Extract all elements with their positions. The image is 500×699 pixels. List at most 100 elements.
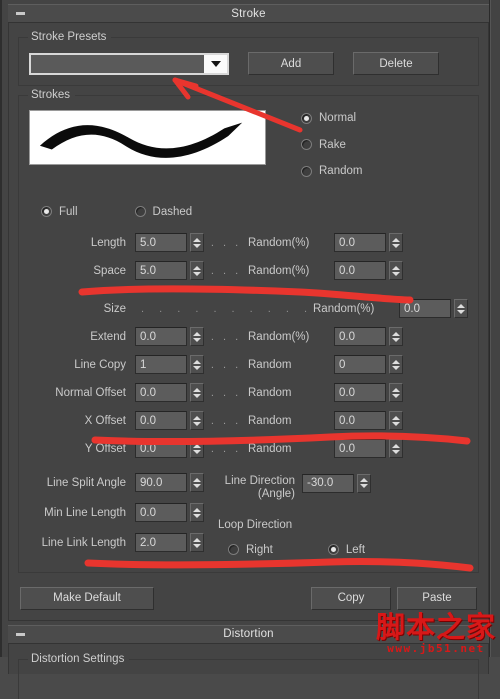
spinner-line-copy-random[interactable]: 0 <box>334 355 403 374</box>
spinner-line-direction-value[interactable]: -30.0 <box>302 473 354 493</box>
spinner-arrows-icon[interactable] <box>454 299 468 318</box>
spinner-normal-offset-random[interactable]: 0.0 <box>334 383 403 402</box>
spinner-line-link-length-value[interactable]: 2.0 <box>135 533 187 552</box>
spinner-arrows-icon[interactable] <box>190 261 204 280</box>
radio-loop-right[interactable]: Right <box>228 544 273 556</box>
spinner-arrows-icon[interactable] <box>190 411 204 430</box>
param-row-min-line-length: Min Line Length 0.0 <box>29 502 204 524</box>
spinner-extend-random-value[interactable]: 0.0 <box>334 327 386 346</box>
stroke-mode-row-0: Normal <box>301 112 362 127</box>
stroke-mode-row-1: Rake <box>301 139 362 154</box>
spinner-size-random[interactable]: 0.0 <box>399 299 468 318</box>
stroke-rollout-header[interactable]: Stroke <box>8 4 489 23</box>
distortion-rollout-title: Distortion <box>223 628 274 640</box>
radio-dot-icon <box>301 112 312 124</box>
stroke-mode-radio-group: Normal Rake Random <box>301 110 362 192</box>
spinner-line-copy-random-value[interactable]: 0 <box>334 355 386 374</box>
spinner-length-random[interactable]: 0.0 <box>334 233 403 252</box>
stroke-parameters-list: Length 5.0 . . . Random(%) 0.0 Space 5.0… <box>29 232 468 460</box>
spinner-arrows-icon[interactable] <box>190 233 204 252</box>
minus-icon[interactable] <box>16 632 25 636</box>
spinner-length[interactable]: 5.0 <box>135 233 204 252</box>
stroke-mode-row-2: Random <box>301 165 362 180</box>
radio-random[interactable]: Random <box>301 165 362 177</box>
spinner-length-random-value[interactable]: 0.0 <box>334 233 386 252</box>
radio-dashed[interactable]: Dashed <box>134 206 192 218</box>
spinner-arrows-icon[interactable] <box>190 439 204 458</box>
make-default-button[interactable]: Make Default <box>20 586 154 610</box>
param-label-length-random: Random(%) <box>248 236 310 249</box>
spinner-arrows-icon[interactable] <box>389 383 403 402</box>
spinner-arrows-icon[interactable] <box>389 261 403 280</box>
radio-rake[interactable]: Rake <box>301 139 346 151</box>
radio-normal[interactable]: Normal <box>301 112 356 124</box>
spinner-y-offset-random-value[interactable]: 0.0 <box>334 439 386 458</box>
spinner-arrows-icon[interactable] <box>190 327 204 346</box>
delete-preset-button[interactable]: Delete <box>353 52 439 75</box>
spinner-line-link-length[interactable]: 2.0 <box>135 533 204 552</box>
spinner-x-offset-random[interactable]: 0.0 <box>334 411 403 430</box>
spinner-arrows-icon[interactable] <box>389 439 403 458</box>
spinner-length-value[interactable]: 5.0 <box>135 233 187 252</box>
vertical-scrollbar[interactable] <box>490 0 500 657</box>
line-params-column: Line Split Angle 90.0 Min Line Length 0.… <box>29 472 204 562</box>
spinner-arrows-icon[interactable] <box>190 533 204 552</box>
copy-button[interactable]: Copy <box>311 586 391 610</box>
stroke-presets-group: Stroke Presets Add Delete <box>18 31 479 86</box>
leader-dots-x-offset: . . . <box>210 414 242 427</box>
spinner-arrows-icon[interactable] <box>190 383 204 402</box>
spinner-y-offset-random[interactable]: 0.0 <box>334 439 403 458</box>
param-row-normal-offset: Normal Offset 0.0 . . . Random 0.0 <box>29 382 468 404</box>
radio-full[interactable]: Full <box>41 206 78 218</box>
param-row-extend: Extend 0.0 . . . Random(%) 0.0 <box>29 326 468 348</box>
param-row-line-link-length: Line Link Length 2.0 <box>29 532 204 554</box>
spinner-x-offset-random-value[interactable]: 0.0 <box>334 411 386 430</box>
spinner-normal-offset-value[interactable]: 0.0 <box>135 383 187 402</box>
spinner-y-offset[interactable]: 0.0 <box>135 439 204 458</box>
spinner-x-offset-value[interactable]: 0.0 <box>135 411 187 430</box>
spinner-line-copy[interactable]: 1 <box>135 355 204 374</box>
spinner-space-value[interactable]: 5.0 <box>135 261 187 280</box>
spinner-extend-random[interactable]: 0.0 <box>334 327 403 346</box>
param-label-line-direction: Line Direction (Angle) <box>218 474 302 501</box>
spinner-space[interactable]: 5.0 <box>135 261 204 280</box>
spinner-extend[interactable]: 0.0 <box>135 327 204 346</box>
spinner-line-copy-value[interactable]: 1 <box>135 355 187 374</box>
spinner-line-split-angle-value[interactable]: 90.0 <box>135 473 187 492</box>
distortion-rollout-header[interactable]: Distortion <box>8 624 489 644</box>
param-label-line-split-angle: Line Split Angle <box>46 476 126 489</box>
spinner-space-random[interactable]: 0.0 <box>334 261 403 280</box>
paste-button[interactable]: Paste <box>397 586 477 610</box>
spinner-arrows-icon[interactable] <box>389 355 403 374</box>
param-label-size: Size <box>103 302 126 315</box>
radio-loop-right-label: Right <box>246 543 273 556</box>
stroke-preset-combobox[interactable] <box>29 52 229 75</box>
spinner-arrows-icon[interactable] <box>389 327 403 346</box>
spinner-arrows-icon[interactable] <box>190 473 204 492</box>
spinner-line-split-angle[interactable]: 90.0 <box>135 473 204 492</box>
spinner-x-offset[interactable]: 0.0 <box>135 411 204 430</box>
radio-normal-label: Normal <box>319 112 357 124</box>
spinner-size-random-value[interactable]: 0.0 <box>399 299 451 318</box>
param-label-extend-random: Random(%) <box>248 330 310 343</box>
add-preset-button[interactable]: Add <box>248 52 334 75</box>
spinner-arrows-icon[interactable] <box>190 503 204 522</box>
spinner-line-direction[interactable]: -30.0 <box>302 473 371 493</box>
spinner-arrows-icon[interactable] <box>357 473 371 493</box>
minus-icon[interactable] <box>16 12 25 15</box>
spinner-arrows-icon[interactable] <box>389 233 403 252</box>
fill-mode-radio-group: Full Dashed <box>29 206 468 218</box>
spinner-normal-offset-random-value[interactable]: 0.0 <box>334 383 386 402</box>
param-label-space-random: Random(%) <box>248 264 310 277</box>
spinner-arrows-icon[interactable] <box>190 355 204 374</box>
radio-loop-left[interactable]: Left <box>327 544 365 556</box>
spinner-extend-value[interactable]: 0.0 <box>135 327 187 346</box>
spinner-min-line-length[interactable]: 0.0 <box>135 503 204 522</box>
spinner-y-offset-value[interactable]: 0.0 <box>135 439 187 458</box>
spinner-normal-offset[interactable]: 0.0 <box>135 383 204 402</box>
spinner-space-random-value[interactable]: 0.0 <box>334 261 386 280</box>
param-row-length: Length 5.0 . . . Random(%) 0.0 <box>29 232 468 254</box>
spinner-min-line-length-value[interactable]: 0.0 <box>135 503 187 522</box>
spinner-arrows-icon[interactable] <box>389 411 403 430</box>
chevron-down-icon[interactable] <box>204 54 227 73</box>
